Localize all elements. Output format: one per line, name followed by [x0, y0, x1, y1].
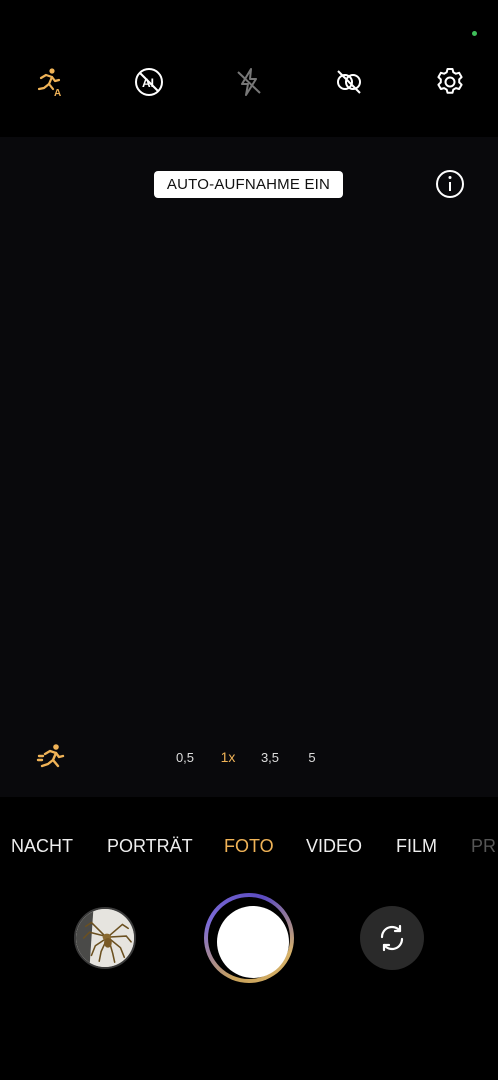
mode-pro[interactable]: PR [471, 836, 496, 857]
gallery-thumbnail[interactable] [74, 907, 136, 969]
live-photo-off-icon[interactable] [331, 64, 367, 100]
mode-film[interactable]: FILM [396, 836, 437, 857]
mode-video[interactable]: VIDEO [306, 836, 362, 857]
settings-gear-icon[interactable] [432, 64, 468, 100]
svg-text:A: A [54, 88, 61, 98]
ai-off-icon[interactable]: AI [131, 64, 167, 100]
mode-portraet[interactable]: PORTRÄT [107, 836, 193, 857]
camera-top-toolbar: A AI [0, 56, 498, 108]
zoom-3-5[interactable]: 3,5 [254, 741, 286, 773]
zoom-1x[interactable]: 1x [212, 741, 244, 773]
zoom-5[interactable]: 5 [296, 741, 328, 773]
info-icon[interactable] [434, 168, 466, 200]
camera-switch-icon [380, 924, 404, 952]
auto-capture-toast: AUTO-AUFNAHME EIN [154, 171, 343, 198]
mode-nacht[interactable]: NACHT [11, 836, 73, 857]
spider-photo-thumbnail [76, 909, 134, 967]
mode-foto[interactable]: FOTO [224, 836, 274, 857]
camera-viewfinder[interactable] [0, 137, 498, 797]
shutter-button[interactable] [204, 893, 294, 983]
zoom-0-5[interactable]: 0,5 [169, 741, 201, 773]
camera-switch-button[interactable] [360, 906, 424, 970]
camera-mode-selector: NACHT PORTRÄT FOTO VIDEO FILM PR [0, 836, 498, 864]
auto-motion-icon[interactable]: A [31, 64, 67, 100]
shutter-core [217, 906, 289, 978]
motion-runner-icon[interactable] [36, 741, 68, 773]
flash-off-icon[interactable] [231, 64, 267, 100]
status-indicator-dot [472, 31, 477, 36]
svg-text:AI: AI [142, 76, 154, 90]
